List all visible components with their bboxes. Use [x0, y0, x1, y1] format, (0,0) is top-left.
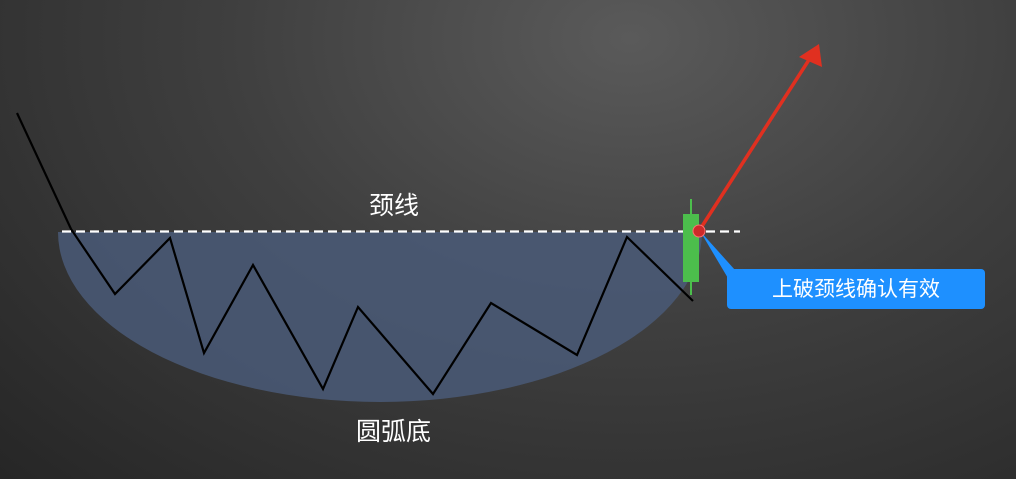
breakout-arrow-icon	[695, 44, 822, 235]
rounding-bottom-diagram	[16, 44, 822, 402]
rounding-bottom-label: 圆弧底	[356, 417, 432, 446]
neckline-label: 颈线	[369, 191, 420, 220]
breakout-candlestick	[683, 199, 699, 295]
breakout-callout-label: 上破颈线确认有效	[727, 269, 985, 309]
candle-body	[683, 214, 699, 282]
breakout-point-dot-icon	[692, 224, 706, 238]
